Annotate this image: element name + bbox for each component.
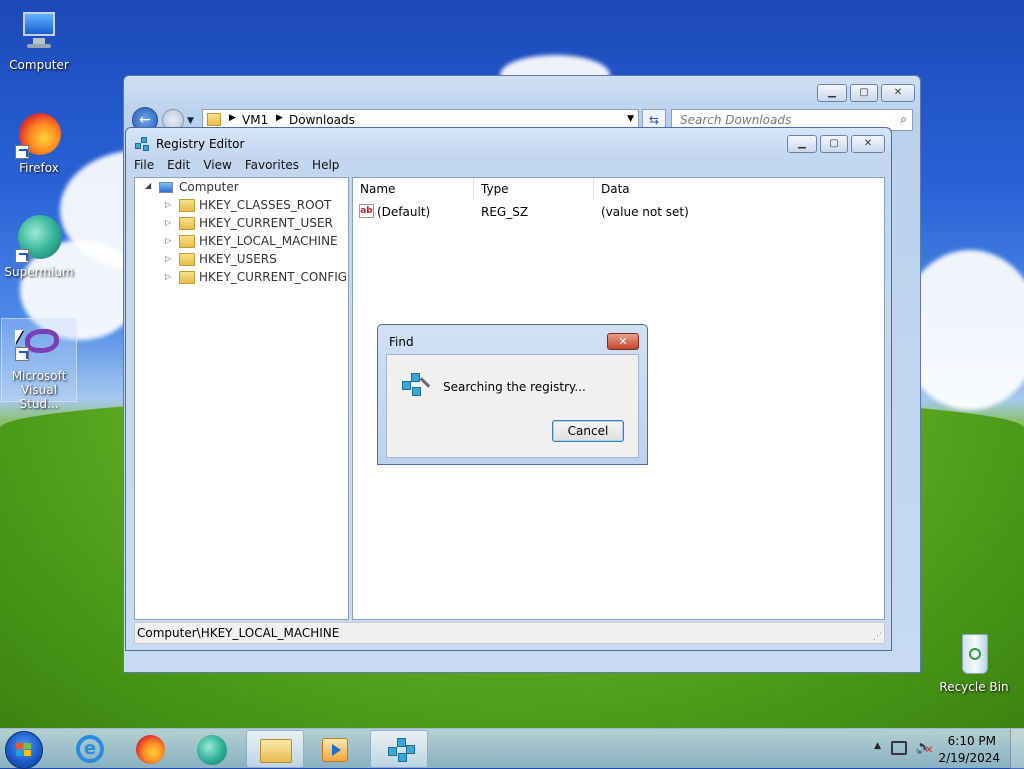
recycle-bin-icon (950, 630, 998, 678)
expand-icon[interactable]: ▷ (165, 254, 171, 263)
tree-item-label: HKEY_CURRENT_CONFIG (199, 270, 348, 284)
folder-icon (179, 271, 195, 284)
supermium-icon (15, 215, 63, 263)
chevron-right-icon: ▶ (229, 113, 236, 123)
minimize-button[interactable]: ▁ (787, 135, 817, 153)
string-value-icon: ab (359, 204, 374, 218)
show-desktop-button[interactable] (1010, 729, 1024, 769)
firefox-icon (136, 735, 165, 764)
close-button[interactable]: ✕ (607, 333, 639, 350)
shortcut-arrow-icon (15, 249, 29, 263)
tree-item-label: HKEY_CLASSES_ROOT (199, 198, 332, 212)
regedit-app-icon (386, 737, 416, 765)
clock-time[interactable]: 6:10 PM (948, 734, 996, 748)
computer-icon (159, 182, 173, 193)
taskbar-registry-editor[interactable] (370, 730, 428, 768)
expand-icon[interactable]: ▷ (165, 272, 171, 281)
tree-item-label: Computer (179, 180, 239, 194)
search-placeholder: Search Downloads (680, 113, 792, 127)
address-segment-downloads[interactable]: Downloads (289, 113, 355, 127)
desktop-icon-computer[interactable]: Computer (1, 8, 77, 72)
column-header-name[interactable]: Name (353, 178, 474, 200)
address-dropdown-icon[interactable]: ▼ (627, 114, 634, 124)
dialog-title: Find (389, 335, 414, 349)
menu-help[interactable]: Help (312, 158, 339, 176)
menu-view[interactable]: View (203, 158, 231, 176)
regedit-app-icon (135, 137, 151, 153)
internet-explorer-icon: e (76, 735, 104, 763)
folder-icon (260, 739, 292, 763)
taskbar-internet-explorer[interactable]: e (62, 730, 120, 768)
collapse-icon[interactable]: ◢ (145, 181, 151, 190)
search-icon[interactable]: ⌕ (900, 112, 907, 127)
desktop-icon-label: Microsoft Visual Stud... (11, 369, 67, 411)
status-bar: Computer\HKEY_LOCAL_MACHINE ⋰ (134, 622, 885, 644)
find-dialog[interactable]: Find ✕ Searching the registry... Cancel (377, 324, 648, 465)
supermium-icon (197, 735, 227, 765)
network-icon[interactable] (891, 741, 907, 755)
folder-icon (179, 199, 195, 212)
mouse-cursor (15, 330, 23, 344)
volume-muted-icon[interactable]: 🔈 ✕ (916, 740, 933, 756)
media-player-icon (322, 738, 348, 762)
minimize-button[interactable]: ▁ (817, 84, 847, 102)
show-hidden-icons-icon[interactable]: ▲ (874, 741, 881, 751)
table-row[interactable]: ab (Default) REG_SZ (value not set) (353, 202, 884, 222)
taskbar: e ▲ 🔈 ✕ 6:10 PM 2/19/2024 (0, 728, 1024, 769)
chevron-right-icon: ▶ (276, 113, 283, 123)
column-header-data[interactable]: Data (594, 178, 884, 200)
shortcut-arrow-icon (15, 347, 29, 361)
status-path: Computer\HKEY_LOCAL_MACHINE (137, 626, 340, 640)
expand-icon[interactable]: ▷ (165, 236, 171, 245)
maximize-button[interactable]: ▢ (820, 135, 848, 153)
dialog-body: Searching the registry... Cancel (386, 354, 639, 458)
menu-favorites[interactable]: Favorites (245, 158, 299, 176)
shortcut-arrow-icon (15, 145, 29, 159)
taskbar-media-player[interactable] (306, 730, 364, 768)
dialog-message: Searching the registry... (443, 380, 586, 394)
desktop-icon-supermium[interactable]: Supermium (1, 215, 77, 279)
menu-file[interactable]: File (134, 158, 154, 176)
value-name: (Default) (377, 205, 431, 219)
column-header-type[interactable]: Type (474, 178, 594, 200)
resize-grip-icon[interactable]: ⋰ (873, 632, 882, 642)
menu-edit[interactable]: Edit (167, 158, 190, 176)
history-dropdown-icon[interactable]: ▼ (187, 116, 194, 126)
desktop-icon-visual-studio[interactable]: Microsoft Visual Stud... (1, 318, 77, 411)
computer-icon (15, 8, 63, 56)
close-button[interactable]: ✕ (851, 135, 885, 153)
close-button[interactable]: ✕ (881, 84, 915, 102)
desktop-icon-firefox[interactable]: Firefox (1, 111, 77, 175)
desktop-icon-label: Computer (9, 58, 69, 72)
clock-date[interactable]: 2/19/2024 (938, 751, 1000, 765)
tree-item-label: HKEY_CURRENT_USER (199, 216, 333, 230)
tree-item-label: HKEY_LOCAL_MACHINE (199, 234, 338, 248)
value-data: (value not set) (601, 205, 689, 219)
registry-search-icon (400, 371, 432, 403)
window-title: Registry Editor (156, 137, 245, 151)
desktop-icon-recycle-bin[interactable]: Recycle Bin (936, 630, 1012, 694)
firefox-icon (15, 111, 63, 159)
taskbar-supermium[interactable] (183, 730, 241, 768)
expand-icon[interactable]: ▷ (165, 218, 171, 227)
taskbar-firefox[interactable] (122, 730, 180, 768)
maximize-button[interactable]: ▢ (850, 84, 878, 102)
cancel-button[interactable]: Cancel (552, 420, 624, 442)
tree-item-label: HKEY_USERS (199, 252, 277, 266)
value-type: REG_SZ (481, 205, 529, 219)
menu-bar: File Edit View Favorites Help (134, 158, 339, 176)
folder-icon (207, 113, 221, 126)
taskbar-explorer[interactable] (246, 730, 304, 768)
address-segment-vm1[interactable]: VM1 (242, 113, 268, 127)
folder-icon (179, 253, 195, 266)
desktop-icon-label: Recycle Bin (939, 680, 1009, 694)
desktop-icon-label: Firefox (19, 161, 59, 175)
desktop-icon-label: Supermium (4, 265, 74, 279)
expand-icon[interactable]: ▷ (165, 200, 171, 209)
key-tree[interactable]: ◢ Computer ▷ HKEY_CLASSES_ROOT ▷ HKEY_CU… (134, 177, 349, 620)
folder-icon (179, 235, 195, 248)
folder-icon (179, 217, 195, 230)
start-button[interactable] (5, 731, 43, 769)
windows-logo-icon (16, 743, 32, 757)
